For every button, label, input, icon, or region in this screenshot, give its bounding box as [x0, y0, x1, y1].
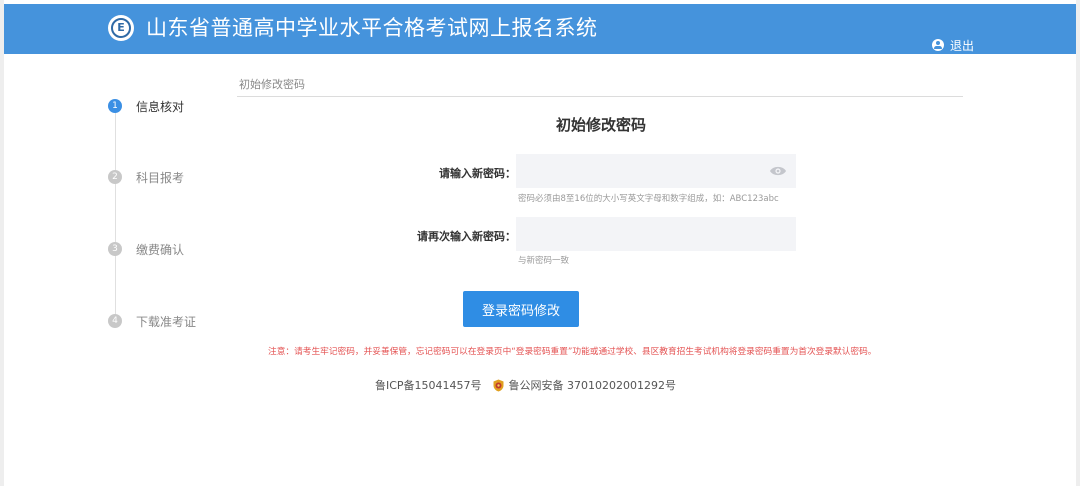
logout-label: 退出: [950, 38, 975, 53]
step-number: 1: [108, 99, 122, 113]
step-download-admission: 4 下载准考证: [108, 313, 196, 329]
submit-password-change-button[interactable]: 登录密码修改: [463, 291, 579, 327]
confirm-password-hint: 与新密码一致: [518, 256, 570, 266]
police-badge-icon: [493, 379, 504, 391]
step-label: 下载准考证: [136, 314, 197, 329]
logo-icon: E: [108, 15, 134, 41]
steps-connector-line: [115, 106, 116, 321]
new-password-hint: 密码必须由8至16位的大小写英文字母和数字组成，如：ABC123abc: [518, 194, 779, 204]
step-number: 2: [108, 170, 122, 184]
header-bar: E 山东省普通高中学业水平合格考试网上报名系统 退出: [4, 4, 1076, 54]
step-info-check: 1 信息核对: [108, 98, 184, 114]
step-number: 3: [108, 242, 122, 256]
step-number: 4: [108, 314, 122, 328]
page: E 山东省普通高中学业水平合格考试网上报名系统 退出 1 信息核对 2 科目报考…: [0, 0, 1080, 486]
site-title: 山东省普通高中学业水平合格考试网上报名系统: [146, 16, 598, 40]
step-label: 科目报考: [136, 170, 185, 185]
icp-record-link[interactable]: 鲁ICP备15041457号: [375, 377, 482, 393]
user-icon: [932, 39, 944, 51]
step-payment-confirm: 3 缴费确认: [108, 241, 184, 257]
police-record-link[interactable]: 鲁公网安备 37010202001292号: [509, 377, 676, 393]
notice-text: 注意：请考生牢记密码，并妥善保管，忘记密码可以在登录页中“登录密码重置”功能或通…: [268, 347, 877, 357]
step-subject-register: 2 科目报考: [108, 169, 184, 185]
new-password-label: 请输入新密码：: [439, 167, 516, 180]
breadcrumb-divider: [237, 96, 963, 97]
breadcrumb: 初始修改密码: [239, 78, 305, 91]
confirm-password-input[interactable]: [516, 217, 796, 251]
logout-link[interactable]: 退出: [932, 37, 974, 53]
step-label: 缴费确认: [136, 242, 185, 257]
step-label: 信息核对: [136, 99, 185, 114]
footer: 鲁ICP备15041457号 鲁公网安备 37010202001292号: [375, 377, 676, 393]
steps-sidebar: 1 信息核对 2 科目报考 3 缴费确认 4 下载准考证: [100, 90, 220, 340]
confirm-password-label: 请再次输入新密码：: [417, 230, 516, 243]
form-title: 初始修改密码: [555, 116, 646, 134]
new-password-input[interactable]: [516, 154, 796, 188]
logo-letter: E: [117, 21, 125, 34]
eye-icon[interactable]: [769, 165, 787, 177]
